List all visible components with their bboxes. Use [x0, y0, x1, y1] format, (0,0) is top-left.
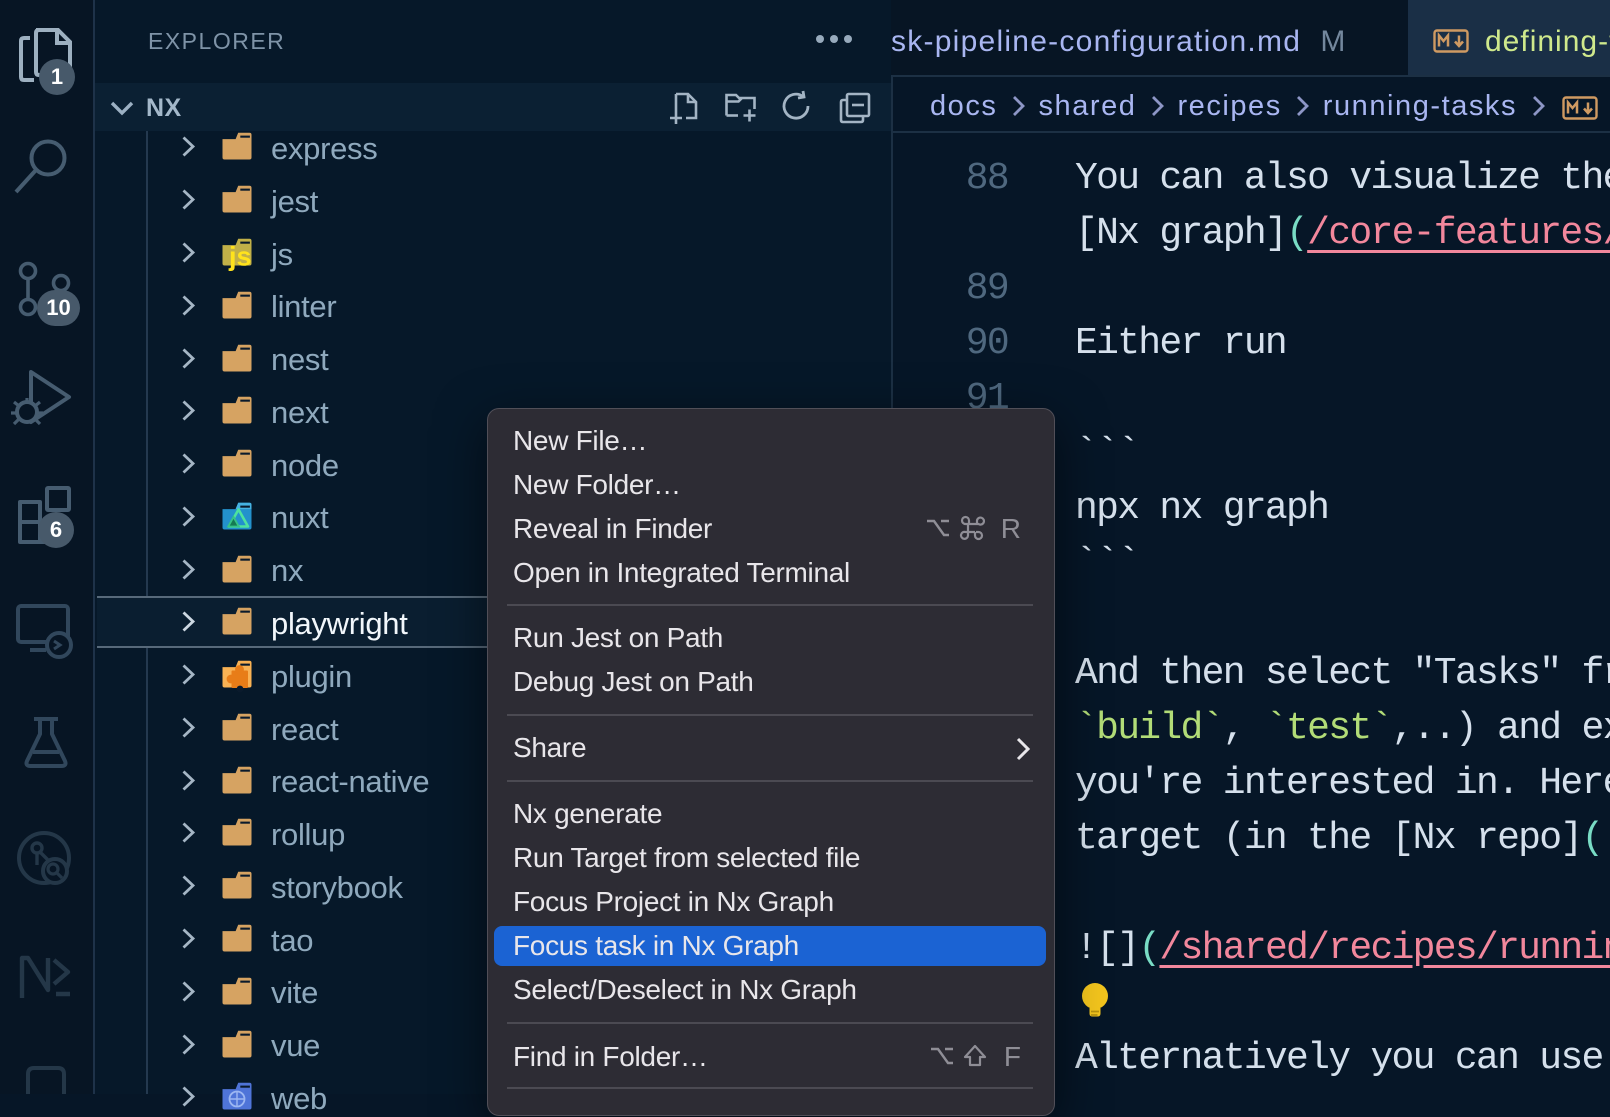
svg-text:js: js: [228, 242, 252, 272]
